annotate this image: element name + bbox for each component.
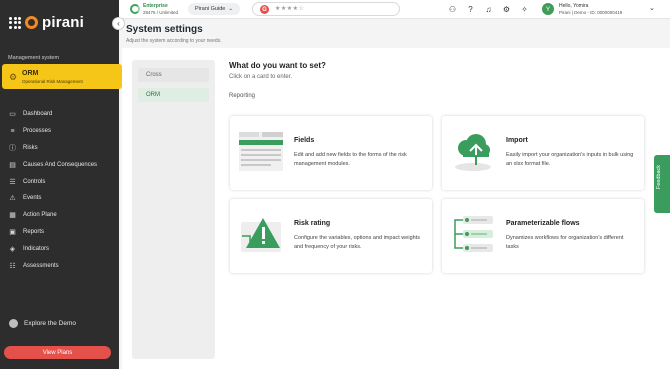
sidebar-item-processes[interactable]: ≡ Processes <box>0 123 119 140</box>
feedback-label[interactable]: Feedback <box>656 165 662 189</box>
sidebar-item-causes[interactable]: ▤ Causes And Consequences <box>0 156 119 173</box>
card-description: Dynamizes workflows for organization's d… <box>506 235 624 250</box>
card-description: Easily import your organization's inputs… <box>506 152 634 167</box>
card-title: Import <box>506 137 528 144</box>
card-parameterizable-flows[interactable]: Parameterizable flows Dynamizes workflow… <box>442 199 644 273</box>
settings-tabs: Cross ORM <box>132 60 215 359</box>
review-rating-widget[interactable]: G ★★★★☆ <box>252 2 400 16</box>
user-org: Pirani | Demo - ID: 0000000419 <box>559 10 623 15</box>
app-grid-icon[interactable] <box>9 16 21 29</box>
topbar: Enterprise 28476 / Unlimited Pirani Guid… <box>119 0 670 19</box>
sidebar-item-reports[interactable]: ▣ Reports <box>0 224 119 241</box>
collapse-sidebar-icon[interactable]: ‹ <box>112 17 125 30</box>
add-user-icon[interactable]: ⚇ <box>448 3 457 15</box>
plan-name: Enterprise <box>143 3 168 9</box>
causes-icon: ▤ <box>9 161 16 169</box>
tab-cross[interactable]: Cross <box>138 68 209 82</box>
explore-icon <box>9 319 18 328</box>
sidebar-item-label: Processes <box>23 128 52 135</box>
user-greeting: Hello, Yomira <box>559 3 589 9</box>
cloud-upload-icon <box>455 134 491 171</box>
monitor-icon: ▭ <box>9 111 16 119</box>
plan-icon <box>130 4 140 14</box>
module-title: ORM <box>22 70 39 77</box>
sidebar-item-action-plane[interactable]: ▦ Action Plane <box>0 207 119 224</box>
sidebar-item-events[interactable]: ⚠ Events <box>0 190 119 207</box>
gear-icon[interactable]: ⚙ <box>502 3 511 15</box>
settings-question: What do you want to set? <box>229 61 326 70</box>
view-plans-button[interactable]: View Plans <box>4 346 111 359</box>
indicators-icon: ◈ <box>9 245 16 253</box>
module-icon: ⚙ <box>9 72 18 82</box>
sidebar-item-label: Controls <box>23 178 46 185</box>
logo-ring-icon <box>25 16 38 29</box>
reports-icon: ▣ <box>9 228 16 236</box>
sidebar: pirani Management system ⚙ ORM Operation… <box>0 0 122 369</box>
card-description: Configure the variables, options and imp… <box>294 235 420 250</box>
sidebar-item-label: Dashboard <box>23 111 53 118</box>
sidebar-item-dashboard[interactable]: ▭ Dashboard <box>0 106 119 123</box>
tab-orm[interactable]: ORM <box>138 88 209 102</box>
sidebar-item-label: Events <box>23 195 42 202</box>
chevron-down-icon: ⌄ <box>228 6 233 12</box>
card-title: Risk rating <box>294 220 331 227</box>
pirani-guide-button[interactable]: Pirani Guide ⌄ <box>188 3 240 15</box>
risk-icon: ⓘ <box>9 144 16 152</box>
guide-label: Pirani Guide <box>195 6 226 12</box>
sidebar-item-label: Reports <box>23 228 45 235</box>
avatar[interactable]: Y <box>542 3 554 15</box>
settings-hint: Click on a card to enter. <box>229 74 293 80</box>
rating-stars: ★★★★☆ <box>275 6 305 12</box>
assessments-icon: ☷ <box>9 262 16 270</box>
explore-label: Explore the Demo <box>24 320 77 327</box>
card-title: Parameterizable flows <box>506 220 580 227</box>
card-fields[interactable]: Fields Edit and add new fields to the fo… <box>230 116 432 190</box>
card-import[interactable]: Import Easily import your organization's… <box>442 116 644 190</box>
workflow-icon <box>454 216 493 252</box>
sidebar-item-label: Causes And Consequences <box>23 161 98 168</box>
page-subtitle: Adjust the system according to your need… <box>126 38 222 44</box>
pirani-logo[interactable]: pirani <box>9 14 84 31</box>
sidebar-item-label: Assessments <box>23 262 59 269</box>
chevron-down-icon[interactable]: ⌄ <box>649 4 655 12</box>
sidebar-item-risks[interactable]: ⓘ Risks <box>0 140 119 157</box>
bell-icon[interactable]: ♫ <box>484 3 493 15</box>
card-title: Fields <box>294 137 315 144</box>
processes-icon: ≡ <box>10 127 15 135</box>
management-system-label: Management system <box>8 55 60 61</box>
plan-usage: 28476 / Unlimited <box>143 10 179 15</box>
card-description: Edit and add new fields to the forms of … <box>294 152 407 167</box>
help-icon[interactable]: ? <box>466 3 475 15</box>
sidebar-nav: ▭ Dashboard ≡ Processes ⓘ Risks ▤ Causes And… <box>0 106 119 274</box>
sidebar-item-controls[interactable]: ☰ Controls <box>0 173 119 190</box>
g2-logo-icon: G <box>260 5 269 14</box>
fields-form-icon <box>239 132 283 171</box>
explore-demo-link[interactable]: Explore the Demo <box>9 319 76 328</box>
action-plan-icon: ▦ <box>9 212 16 220</box>
sidebar-item-assessments[interactable]: ☷ Assessments <box>0 257 119 274</box>
warning-icon <box>241 218 281 252</box>
sidebar-item-label: Indicators <box>23 245 50 252</box>
sidebar-item-label: Action Plane <box>23 212 57 219</box>
card-risk-rating[interactable]: Risk rating Configure the variables, opt… <box>230 199 432 273</box>
sidebar-item-indicators[interactable]: ◈ Indicators <box>0 240 119 257</box>
module-subtitle: Operational Risk Management <box>22 79 83 84</box>
section-reporting: Reporting <box>229 93 256 99</box>
topbar-icons: ⚇ ? ♫ ⚙ ✧ <box>448 3 529 15</box>
events-icon: ⚠ <box>9 195 16 203</box>
page-title: System settings <box>126 24 203 35</box>
brand-name: pirani <box>42 14 85 31</box>
sparkle-icon[interactable]: ✧ <box>520 3 529 15</box>
controls-icon: ☰ <box>9 178 16 186</box>
sidebar-item-label: Risks <box>23 144 38 151</box>
module-orm-card[interactable]: ⚙ ORM Operational Risk Management <box>2 64 122 89</box>
